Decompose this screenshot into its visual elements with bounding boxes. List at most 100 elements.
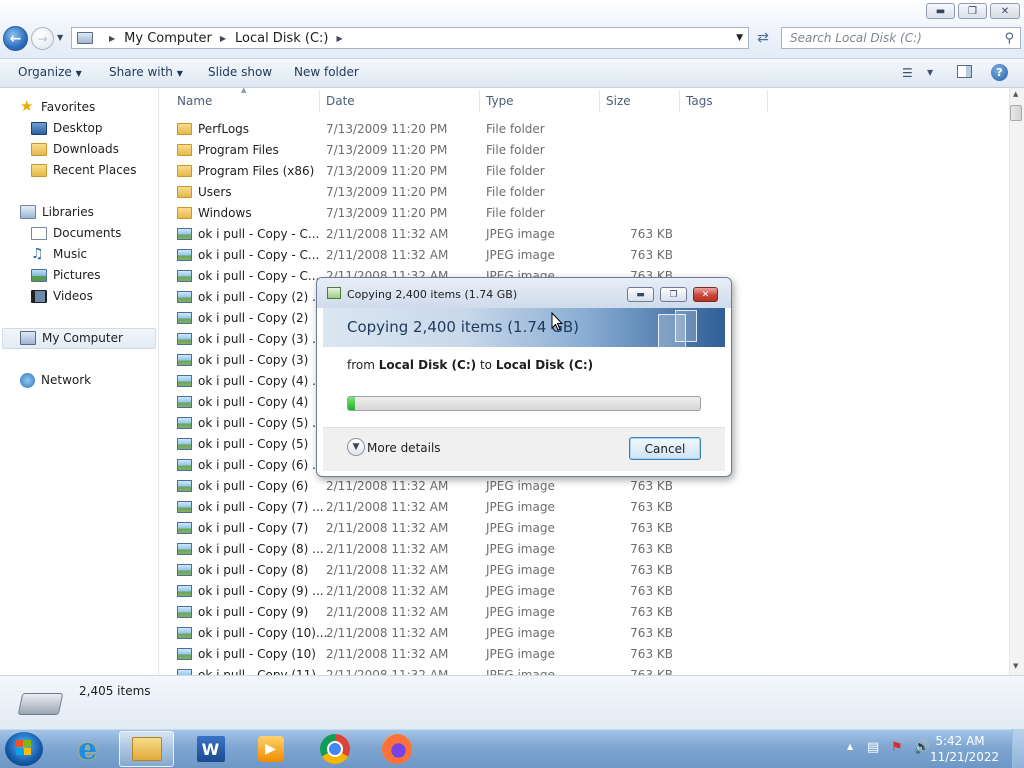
jpeg-image-icon: [177, 501, 192, 513]
start-button[interactable]: [5, 732, 43, 766]
breadcrumb-my-computer[interactable]: My Computer: [124, 31, 212, 46]
dialog-minimize-button[interactable]: ▬: [627, 287, 654, 302]
file-row[interactable]: ok i pull - Copy (9) 2/11/2008 11:32 AM JP…: [177, 602, 997, 623]
file-row[interactable]: ok i pull - Copy (10)... 2/11/2008 11:32 …: [177, 623, 997, 644]
sidebar-favorites[interactable]: ★ Favorites: [20, 97, 95, 117]
column-header-tags[interactable]: Tags: [686, 94, 713, 108]
taskbar-chrome[interactable]: [307, 731, 362, 767]
organize-menu[interactable]: Organize ▼: [18, 65, 82, 79]
taskbar-internet-explorer[interactable]: e: [60, 731, 115, 767]
file-row[interactable]: ok i pull - Copy (7) ... 2/11/2008 11:32 …: [177, 497, 997, 518]
file-row[interactable]: ok i pull - Copy (8) ... 2/11/2008 11:32 …: [177, 539, 997, 560]
file-row[interactable]: ok i pull - Copy (8) 2/11/2008 11:32 AM JP…: [177, 560, 997, 581]
slide-show-button[interactable]: Slide show: [208, 65, 272, 79]
sidebar-item-desktop[interactable]: Desktop: [31, 118, 103, 138]
file-row[interactable]: Users 7/13/2009 11:20 PM File folder: [177, 182, 997, 203]
column-divider[interactable]: [767, 90, 768, 112]
sidebar-item-videos[interactable]: Videos: [31, 286, 93, 306]
show-hidden-icons[interactable]: ▲: [847, 742, 853, 751]
column-header-name[interactable]: Name: [177, 94, 212, 108]
sidebar-item-recent-places[interactable]: Recent Places: [31, 160, 136, 180]
address-bar[interactable]: ▶ My Computer ▶ Local Disk (C:) ▶ ▼: [71, 27, 749, 49]
jpeg-image-icon: [177, 312, 192, 324]
column-divider[interactable]: [479, 90, 480, 112]
sidebar-item-downloads[interactable]: Downloads: [31, 139, 119, 159]
scroll-down-icon[interactable]: ▼: [1013, 662, 1018, 670]
column-divider[interactable]: [599, 90, 600, 112]
taskbar-firefox[interactable]: [369, 731, 424, 767]
scrollbar-thumb[interactable]: [1010, 105, 1022, 121]
scroll-up-icon[interactable]: ▲: [1013, 90, 1018, 98]
file-row[interactable]: Windows 7/13/2009 11:20 PM File folder: [177, 203, 997, 224]
sidebar-libraries[interactable]: Libraries: [20, 202, 94, 222]
search-input[interactable]: Search Local Disk (C:) ⚲: [781, 27, 1021, 49]
search-icon[interactable]: ⚲: [1004, 31, 1014, 46]
show-desktop-button[interactable]: [1012, 729, 1024, 768]
file-name: ok i pull - Copy (9) ...: [198, 584, 324, 598]
new-folder-button[interactable]: New folder: [294, 65, 359, 79]
column-divider[interactable]: [679, 90, 680, 112]
view-dropdown-icon[interactable]: ▼: [927, 68, 933, 77]
file-row[interactable]: ok i pull - Copy (11) 2/11/2008 11:32 AM J…: [177, 665, 997, 675]
help-icon[interactable]: ?: [991, 64, 1008, 81]
file-row[interactable]: ok i pull - Copy (9) ... 2/11/2008 11:32 …: [177, 581, 997, 602]
file-type: JPEG image: [486, 227, 555, 241]
forward-button[interactable]: →: [31, 27, 54, 50]
network-tray-icon[interactable]: ▤: [867, 740, 879, 755]
breadcrumb-arrow-icon[interactable]: ▶: [336, 34, 342, 43]
jpeg-image-icon: [177, 648, 192, 660]
sidebar-item-my-computer[interactable]: My Computer: [20, 328, 123, 348]
refresh-button[interactable]: ⇄: [752, 27, 774, 49]
recent-pages-dropdown[interactable]: ▼: [57, 33, 63, 42]
maximize-button[interactable]: ❐: [958, 3, 987, 19]
progress-bar: [347, 396, 701, 411]
column-divider[interactable]: [319, 90, 320, 112]
vertical-scrollbar[interactable]: ▲ ▼: [1009, 88, 1024, 675]
more-details-toggle[interactable]: More details: [367, 441, 441, 455]
view-options-icon[interactable]: ☰: [902, 66, 913, 80]
file-row[interactable]: Program Files (x86) 7/13/2009 11:20 PM Fil…: [177, 161, 997, 182]
sidebar-item-network[interactable]: Network: [20, 370, 91, 390]
breadcrumb-local-disk[interactable]: Local Disk (C:): [235, 31, 328, 46]
chevron-down-icon[interactable]: ▼: [347, 438, 365, 456]
dialog-maximize-button[interactable]: ❐: [660, 287, 687, 302]
close-button[interactable]: ✕: [990, 3, 1020, 19]
taskbar-media-player[interactable]: ▶: [243, 731, 298, 767]
file-row[interactable]: PerfLogs 7/13/2009 11:20 PM File folder: [177, 119, 997, 140]
file-name: ok i pull - Copy (3): [198, 353, 309, 367]
file-row[interactable]: ok i pull - Copy - C... 2/11/2008 11:32 A…: [177, 224, 997, 245]
minimize-button[interactable]: ▬: [926, 3, 955, 19]
action-center-icon[interactable]: ⚑: [891, 740, 903, 755]
address-dropdown-icon[interactable]: ▼: [736, 33, 743, 43]
sidebar-item-music[interactable]: ♫ Music: [31, 244, 87, 264]
file-date: 2/11/2008 11:32 AM: [326, 563, 449, 577]
drive-icon: [17, 693, 64, 715]
taskbar-windows-explorer[interactable]: [119, 731, 174, 767]
column-header-date[interactable]: Date: [326, 94, 355, 108]
file-row[interactable]: ok i pull - Copy (10) 2/11/2008 11:32 AM J…: [177, 644, 997, 665]
file-size: 763 KB: [630, 521, 673, 535]
dialog-banner: Copying 2,400 items (1.74 GB): [323, 308, 725, 348]
breadcrumb-arrow-icon[interactable]: ▶: [220, 34, 226, 43]
preview-pane-icon[interactable]: [957, 65, 972, 78]
file-row[interactable]: ok i pull - Copy - C... 2/11/2008 11:32 A…: [177, 245, 997, 266]
taskbar-word[interactable]: W: [183, 731, 238, 767]
column-header-size[interactable]: Size: [606, 94, 631, 108]
sidebar-item-documents[interactable]: Documents: [31, 223, 121, 243]
breadcrumb-arrow-icon[interactable]: ▶: [109, 34, 115, 43]
file-row[interactable]: ok i pull - Copy (7) 2/11/2008 11:32 AM JP…: [177, 518, 997, 539]
file-type: JPEG image: [486, 479, 555, 493]
share-with-menu[interactable]: Share with ▼: [109, 65, 183, 79]
file-row[interactable]: Program Files 7/13/2009 11:20 PM File fold…: [177, 140, 997, 161]
windows-logo-quad: [24, 748, 31, 755]
maximize-icon: ❐: [968, 5, 977, 17]
file-row[interactable]: ok i pull - Copy (6) 2/11/2008 11:32 AM JP…: [177, 476, 997, 497]
dialog-close-button[interactable]: ✕: [693, 287, 718, 302]
column-header-type[interactable]: Type: [486, 94, 514, 108]
clock[interactable]: 5:42 AM 11/21/2022: [930, 733, 999, 765]
sidebar-item-pictures[interactable]: Pictures: [31, 265, 101, 285]
cancel-button[interactable]: Cancel: [629, 437, 701, 460]
back-button[interactable]: ←: [3, 26, 28, 51]
volume-icon[interactable]: 🔊: [914, 740, 930, 755]
dialog-title-bar[interactable]: Copying 2,400 items (1.74 GB) ▬ ❐ ✕: [317, 278, 731, 308]
